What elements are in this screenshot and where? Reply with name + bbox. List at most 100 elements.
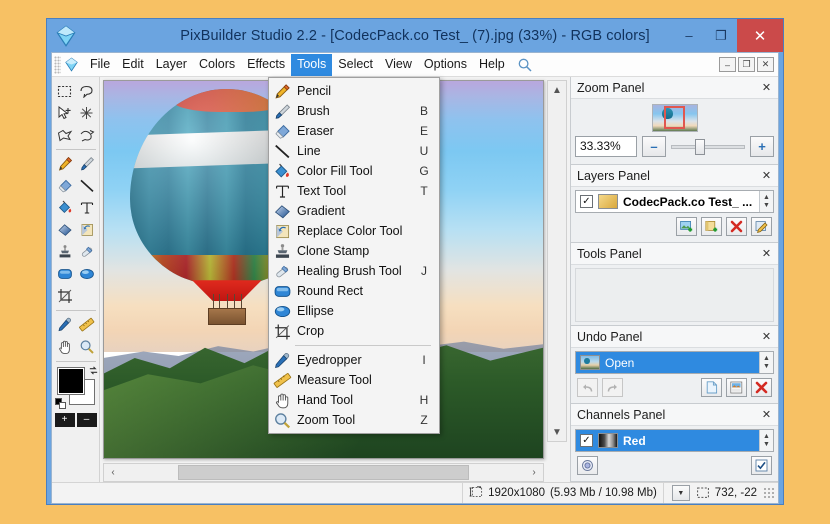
- menu-item-color-fill[interactable]: Color Fill Tool G: [269, 161, 439, 181]
- layers-scroll-spinner[interactable]: ▲▼: [759, 191, 773, 212]
- menu-item-brush[interactable]: Brush B: [269, 101, 439, 121]
- channels-panel-close-icon[interactable]: ✕: [759, 407, 774, 422]
- tool-ellipse[interactable]: [76, 263, 98, 285]
- tool-magic-wand[interactable]: [76, 102, 98, 124]
- horizontal-scroll-track[interactable]: [122, 464, 525, 481]
- menu-tools[interactable]: Tools: [291, 54, 332, 76]
- viewport-rectangle[interactable]: [664, 106, 685, 130]
- tool-eraser[interactable]: [54, 175, 76, 197]
- tools-panel-empty-area[interactable]: [575, 268, 774, 322]
- tool-rect-select[interactable]: [54, 80, 76, 102]
- menu-item-eyedropper[interactable]: Eyedropper I: [269, 350, 439, 370]
- horizontal-scrollbar[interactable]: ‹ ›: [103, 463, 544, 482]
- tool-crop[interactable]: [54, 285, 76, 307]
- add-layer-button[interactable]: [701, 217, 722, 236]
- scroll-right-arrow[interactable]: ›: [525, 464, 543, 481]
- add-image-layer-button[interactable]: [676, 217, 697, 236]
- tool-polygon-lasso[interactable]: [54, 124, 76, 146]
- tool-line[interactable]: [76, 175, 98, 197]
- zoom-panel-close-icon[interactable]: ✕: [759, 80, 774, 95]
- menu-select[interactable]: Select: [332, 54, 379, 76]
- search-icon[interactable]: [517, 57, 533, 73]
- menu-item-eraser[interactable]: Eraser E: [269, 121, 439, 141]
- menu-item-crop[interactable]: Crop: [269, 321, 439, 341]
- delete-layer-button[interactable]: [726, 217, 747, 236]
- tool-round-rect[interactable]: [54, 263, 76, 285]
- menu-drag-grip[interactable]: [54, 56, 61, 74]
- window-maximize-button[interactable]: ❐: [705, 19, 737, 52]
- zoom-slider-handle[interactable]: [695, 139, 705, 155]
- tool-healing-brush[interactable]: [76, 241, 98, 263]
- tool-gradient[interactable]: [54, 219, 76, 241]
- window-minimize-button[interactable]: –: [673, 19, 705, 52]
- tool-eyedropper[interactable]: [54, 314, 76, 336]
- menu-item-round-rect[interactable]: Round Rect: [269, 281, 439, 301]
- default-colors-icon[interactable]: [55, 398, 66, 409]
- menu-layer[interactable]: Layer: [150, 54, 193, 76]
- menu-item-line[interactable]: Line U: [269, 141, 439, 161]
- menu-edit[interactable]: Edit: [116, 54, 150, 76]
- menu-effects[interactable]: Effects: [241, 54, 291, 76]
- zoom-level-input[interactable]: 33.33%: [575, 136, 637, 157]
- units-dropdown-button[interactable]: ▼: [672, 485, 690, 501]
- menu-item-text-tool[interactable]: Text Tool T: [269, 181, 439, 201]
- channel-visibility-checkbox[interactable]: ✓: [580, 434, 593, 447]
- menu-view[interactable]: View: [379, 54, 418, 76]
- channels-list[interactable]: ✓ Red ▲▼: [575, 429, 774, 452]
- tool-hand[interactable]: [54, 336, 76, 358]
- snapshot-image-button[interactable]: [726, 378, 747, 397]
- layer-visibility-checkbox[interactable]: ✓: [580, 195, 593, 208]
- tool-brush[interactable]: [76, 153, 98, 175]
- zoom-slider[interactable]: [671, 136, 745, 157]
- channel-mask-button[interactable]: [577, 456, 598, 475]
- tools-panel-close-icon[interactable]: ✕: [759, 246, 774, 261]
- redo-button[interactable]: [602, 378, 623, 397]
- undo-history-list[interactable]: Open ▲▼: [575, 351, 774, 374]
- window-close-button[interactable]: ✕: [737, 19, 783, 52]
- vertical-scrollbar[interactable]: ▲ ▼: [547, 80, 567, 442]
- undo-button[interactable]: [577, 378, 598, 397]
- menu-item-healing-brush[interactable]: Healing Brush Tool J: [269, 261, 439, 281]
- menu-colors[interactable]: Colors: [193, 54, 241, 76]
- tool-text[interactable]: [76, 197, 98, 219]
- tool-measure[interactable]: [76, 314, 98, 336]
- mdi-minimize-button[interactable]: –: [719, 57, 736, 72]
- tool-pencil[interactable]: [54, 153, 76, 175]
- menu-item-replace-color[interactable]: Replace Color Tool: [269, 221, 439, 241]
- scroll-up-arrow[interactable]: ▲: [548, 81, 566, 99]
- zoom-decrease-button[interactable]: –: [642, 136, 666, 157]
- tool-color-fill[interactable]: [54, 197, 76, 219]
- delete-history-button[interactable]: [751, 378, 772, 397]
- horizontal-scroll-thumb[interactable]: [178, 465, 468, 480]
- zoom-navigator-thumbnail[interactable]: [652, 104, 698, 132]
- zoom-out-button[interactable]: –: [77, 413, 97, 427]
- tool-lasso-select[interactable]: [76, 80, 98, 102]
- undo-scroll-spinner[interactable]: ▲▼: [759, 352, 773, 373]
- channels-scroll-spinner[interactable]: ▲▼: [759, 430, 773, 451]
- undo-panel-close-icon[interactable]: ✕: [759, 329, 774, 344]
- tool-replace-color[interactable]: [76, 219, 98, 241]
- new-snapshot-button[interactable]: [701, 378, 722, 397]
- menu-help[interactable]: Help: [473, 54, 511, 76]
- zoom-in-button[interactable]: +: [55, 413, 75, 427]
- menu-item-measure-tool[interactable]: Measure Tool: [269, 370, 439, 390]
- foreground-color-swatch[interactable]: [57, 367, 85, 395]
- tool-move[interactable]: [54, 102, 76, 124]
- menu-item-zoom-tool[interactable]: Zoom Tool Z: [269, 410, 439, 430]
- vertical-scroll-track[interactable]: [548, 99, 566, 423]
- resize-grip[interactable]: [763, 487, 775, 499]
- menu-item-ellipse[interactable]: Ellipse: [269, 301, 439, 321]
- menu-item-pencil[interactable]: Pencil: [269, 81, 439, 101]
- scroll-down-arrow[interactable]: ▼: [548, 423, 566, 441]
- menu-item-hand-tool[interactable]: Hand Tool H: [269, 390, 439, 410]
- menu-file[interactable]: File: [84, 54, 116, 76]
- scroll-left-arrow[interactable]: ‹: [104, 464, 122, 481]
- layers-list[interactable]: ✓ CodecPack.co Test_ ... ▲▼: [575, 190, 774, 213]
- menu-options[interactable]: Options: [418, 54, 473, 76]
- mdi-restore-button[interactable]: ❐: [738, 57, 755, 72]
- menu-item-gradient[interactable]: Gradient: [269, 201, 439, 221]
- tools-dropdown-menu[interactable]: Pencil Brush B Eraser E: [268, 77, 440, 434]
- menu-item-clone-stamp[interactable]: Clone Stamp: [269, 241, 439, 261]
- undo-history-item[interactable]: Open: [576, 352, 759, 373]
- layers-panel-close-icon[interactable]: ✕: [759, 168, 774, 183]
